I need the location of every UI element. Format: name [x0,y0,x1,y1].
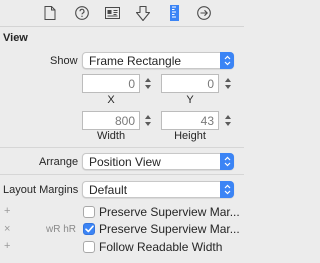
remove-variation-button[interactable]: × [4,223,10,235]
arrow-circle-icon[interactable] [196,5,212,21]
y-value: 0 [207,77,214,91]
preserve-superview-margins-label: Preserve Superview Mar... [99,205,240,219]
checkmark-icon [84,225,94,233]
divider [0,147,244,148]
preserve-superview-margins-wrhr-checkbox[interactable] [83,223,95,235]
height-field[interactable]: 43 [161,111,219,130]
y-field[interactable]: 0 [161,74,219,93]
width-label: Width [96,130,126,142]
height-value: 43 [200,114,214,128]
chevron-up-down-icon [220,181,234,198]
divider [0,174,244,175]
y-label: Y [186,94,194,106]
x-label: X [107,94,115,106]
layout-margins-popup[interactable]: Default [82,181,234,198]
x-value: 0 [128,77,135,91]
size-class-trait: wR hR [46,224,77,235]
add-variation-button[interactable]: + [4,240,10,252]
show-label: Show [50,55,78,67]
height-label: Height [174,130,206,142]
attributes-shield-icon[interactable] [135,5,151,21]
width-value: 800 [114,114,135,128]
file-icon[interactable] [42,5,58,21]
show-popup[interactable]: Frame Rectangle [82,52,234,69]
inspector-tab-bar [0,0,244,27]
identity-card-icon[interactable] [104,5,120,21]
follow-readable-width-checkbox[interactable] [83,241,95,253]
section-title: View [3,32,28,44]
add-variation-button[interactable]: + [4,205,10,217]
preserve-superview-margins-wrhr-label: Preserve Superview Mar... [99,222,240,236]
layout-margins-label: Layout Margins [3,184,79,196]
height-stepper[interactable] [222,111,233,130]
follow-readable-width-label: Follow Readable Width [99,240,223,254]
arrange-popup-value: Position View [89,155,161,169]
arrange-label: Arrange [39,156,79,168]
preserve-superview-margins-checkbox[interactable] [83,206,95,218]
x-field[interactable]: 0 [82,74,140,93]
chevron-up-down-icon [220,153,234,170]
ruler-icon[interactable] [166,5,182,21]
chevron-up-down-icon [220,52,234,69]
layout-margins-popup-value: Default [89,183,128,197]
y-stepper[interactable] [222,74,233,93]
question-icon[interactable] [74,5,90,21]
width-stepper[interactable] [142,111,153,130]
width-field[interactable]: 800 [82,111,140,130]
arrange-popup[interactable]: Position View [82,153,234,170]
x-stepper[interactable] [142,74,153,93]
show-popup-value: Frame Rectangle [89,54,182,68]
